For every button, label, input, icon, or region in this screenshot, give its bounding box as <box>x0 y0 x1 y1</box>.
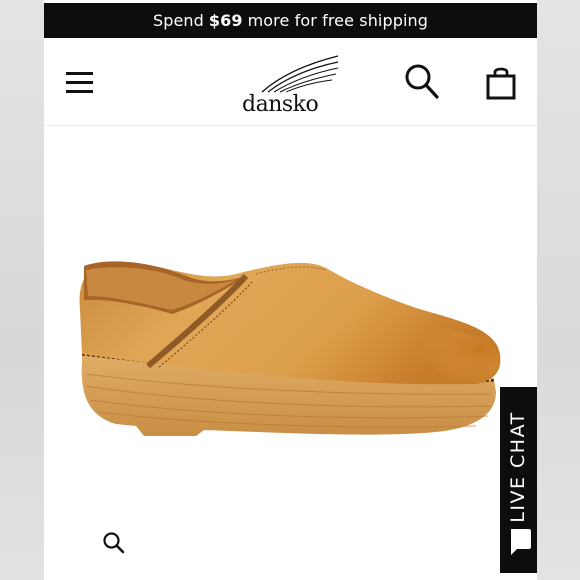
live-chat-button[interactable]: LIVE CHAT <box>500 387 537 573</box>
promo-suffix: more for free shipping <box>247 11 429 30</box>
product-shoe-image[interactable] <box>76 254 506 454</box>
product-image-area <box>44 126 537 580</box>
shopping-bag-icon[interactable] <box>484 65 518 101</box>
promo-prefix: Spend <box>152 11 204 30</box>
free-shipping-banner: Spend $69 more for free shipping <box>44 3 537 38</box>
live-chat-label: LIVE CHAT <box>507 411 529 523</box>
logo-wing-icon <box>261 55 339 93</box>
site-header: dansko <box>44 38 537 126</box>
background-left <box>0 0 44 580</box>
logo-text: dansko <box>242 92 319 117</box>
hamburger-menu-icon[interactable] <box>66 72 94 94</box>
dansko-logo[interactable]: dansko <box>240 54 340 116</box>
search-icon[interactable] <box>404 63 440 101</box>
background-right <box>537 0 580 580</box>
zoom-icon[interactable] <box>102 531 126 555</box>
mobile-screen: Spend $69 more for free shipping dansko <box>44 0 537 580</box>
chat-bubble-icon <box>507 527 533 557</box>
promo-amount: $69 <box>208 11 243 30</box>
